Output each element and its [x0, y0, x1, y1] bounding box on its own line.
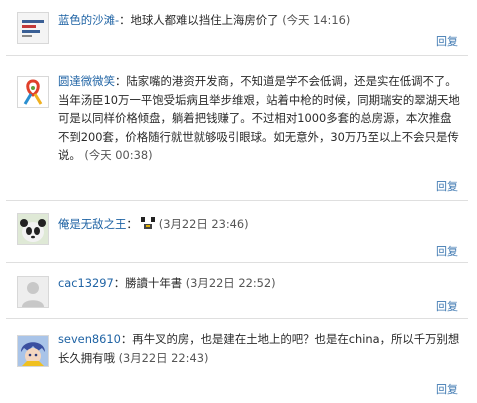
- reply-link[interactable]: 回复: [436, 243, 458, 259]
- comment-author[interactable]: cac13297: [58, 276, 114, 290]
- comment-time: (今天 14:16): [282, 13, 351, 27]
- user-avatar[interactable]: [17, 213, 49, 245]
- user-avatar[interactable]: [17, 76, 49, 108]
- comment-text: ：: [126, 217, 138, 231]
- comment-item: 俺是无敌之王： (3月22日 23:46) 回复: [6, 201, 468, 263]
- comment-author[interactable]: seven8610: [58, 332, 121, 346]
- comment-time: (3月22日 22:52): [185, 276, 276, 290]
- comment-item: 蓝色的沙滩-：地球人都难以挡住上海房价了 (今天 14:16) 回复: [6, 0, 468, 56]
- comment-time: (3月22日 22:43): [118, 350, 209, 365]
- reply-link[interactable]: 回复: [436, 298, 458, 314]
- comment-text: ：地球人都难以挡住上海房价了: [119, 13, 279, 27]
- user-avatar[interactable]: [17, 12, 49, 44]
- emoticon-icon: [138, 215, 157, 237]
- user-avatar[interactable]: [17, 335, 49, 367]
- comment-author[interactable]: 蓝色的沙滩-: [58, 13, 119, 27]
- comment-item: 圆達微微笑：陆家嘴的港资开发商，不知道是学不会低调，还是实在低调不了。当年汤臣1…: [6, 56, 468, 201]
- comment-text: ：勝讀十年書: [113, 276, 183, 290]
- comment-item: cac13297：勝讀十年書 (3月22日 22:52) 回复: [6, 263, 468, 319]
- comment-item: seven8610：再牛叉的房，也是建在土地上的吧？也是在china，所以千万别…: [6, 319, 468, 403]
- comment-author[interactable]: 圆達微微笑: [58, 74, 115, 88]
- reply-link[interactable]: 回复: [436, 381, 458, 397]
- comment-author[interactable]: 俺是无敌之王: [58, 217, 126, 231]
- comment-time: (3月22日 23:46): [158, 217, 249, 231]
- reply-link[interactable]: 回复: [436, 33, 458, 49]
- user-avatar[interactable]: [17, 276, 49, 308]
- comment-time: (今天 00:38): [84, 148, 153, 162]
- reply-link[interactable]: 回复: [436, 178, 458, 194]
